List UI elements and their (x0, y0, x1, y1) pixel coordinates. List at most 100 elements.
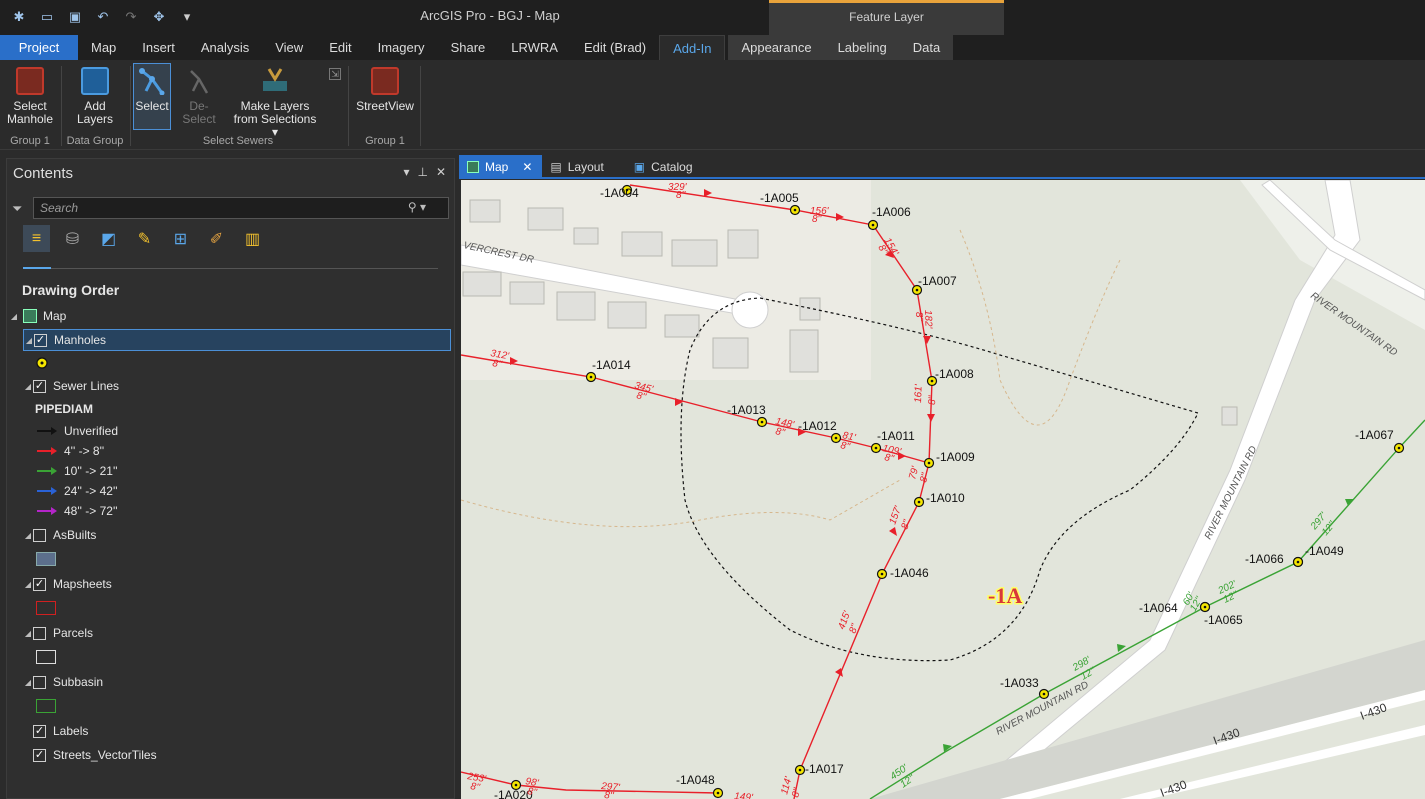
layer-subbasin[interactable]: ◢ Subbasin (23, 671, 103, 693)
tab-appearance[interactable]: Appearance (728, 35, 825, 60)
tab-data[interactable]: Data (899, 35, 954, 60)
pipe-arrow-icon (37, 507, 57, 515)
collapse-icon[interactable]: ◢ (23, 382, 33, 391)
add-layers-button[interactable]: Add Layers (70, 64, 120, 126)
tab-catalog-view[interactable]: ▣ Catalog (626, 155, 703, 179)
layer-checkbox[interactable]: ✓ (33, 379, 46, 393)
map-svg[interactable]: -1A004 -1A005 -1A006 -1A007 -1A008 -1A009 -1A0… (461, 180, 1425, 799)
tab-map[interactable]: Map (78, 35, 129, 60)
dialog-launcher-icon[interactable]: ⇲ (329, 68, 341, 80)
streetview-label: StreetView (356, 99, 414, 113)
add-layers-label-2: Layers (76, 112, 114, 126)
manhole-label: -1A012 (798, 419, 837, 433)
close-icon[interactable]: ✕ (436, 165, 446, 179)
collapse-icon[interactable]: ◢ (24, 336, 34, 345)
pane-options-icon[interactable]: ▾ (403, 165, 409, 179)
manhole-label: -1A010 (926, 491, 965, 505)
layer-name: Sewer Lines (53, 379, 120, 393)
manhole-symbol-icon (36, 357, 48, 369)
layer-checkbox[interactable]: ✓ (33, 748, 46, 762)
make-layers-from-selections-button[interactable]: Make Layers from Selections ▾ (229, 64, 321, 139)
select-sewers-group-label: Select Sewers (202, 135, 274, 147)
legend-label: Unverified (64, 424, 119, 438)
layer-asbuilts[interactable]: ◢ AsBuilts (23, 524, 96, 546)
collapse-icon[interactable]: ◢ (23, 678, 33, 687)
layer-manholes[interactable]: ◢ ✓ Manholes (23, 329, 451, 351)
manhole-center-dot (793, 208, 797, 212)
layer-name: Manholes (54, 333, 107, 347)
list-by-labeling-icon[interactable]: ✐ (203, 225, 230, 252)
tab-labeling[interactable]: Labeling (824, 35, 900, 60)
layer-checkbox[interactable] (33, 675, 46, 689)
layer-checkbox[interactable]: ✓ (33, 577, 46, 591)
pipe-label: 8'' (676, 190, 686, 201)
list-by-editing-icon[interactable]: ✎ (131, 225, 158, 252)
manhole-center-dot (874, 446, 878, 450)
collapse-icon[interactable]: ◢ (23, 629, 33, 638)
tab-map-view[interactable]: Map ✕ (459, 154, 543, 180)
layer-checkbox[interactable]: ✓ (34, 333, 47, 347)
tab-lrwra[interactable]: LRWRA (498, 35, 571, 60)
manhole-center-dot (716, 791, 720, 795)
map-icon (467, 161, 479, 173)
select-manhole-button[interactable]: Select Manhole (4, 64, 56, 126)
layer-mapsheets[interactable]: ◢ ✓ Mapsheets (23, 573, 112, 595)
list-by-drawing-order-icon[interactable]: ≡ (23, 225, 50, 252)
tab-imagery[interactable]: Imagery (365, 35, 438, 60)
list-by-selection-icon[interactable]: ◩ (95, 225, 122, 252)
manhole-center-dot (1397, 446, 1401, 450)
manhole-label: -1A066 (1245, 552, 1284, 566)
active-tab-indicator (23, 267, 51, 269)
list-by-snapping-icon[interactable]: ⊞ (167, 225, 194, 252)
layer-parcels[interactable]: ◢ Parcels (23, 622, 93, 644)
manhole-center-dot (930, 379, 934, 383)
filter-icon[interactable]: ⏷ (12, 201, 22, 217)
select-manhole-label-2: Manhole (6, 112, 54, 126)
manhole-center-dot (1042, 692, 1046, 696)
mapsheets-swatch (36, 601, 56, 615)
layer-checkbox[interactable]: ✓ (33, 724, 46, 738)
layer-streets-vectortiles[interactable]: ✓ Streets_VectorTiles (33, 744, 157, 766)
tab-view[interactable]: View (262, 35, 316, 60)
manhole-label: -1A049 (1305, 544, 1344, 558)
list-by-data-source-icon[interactable]: ⛁ (59, 225, 86, 252)
layer-name: AsBuilts (53, 528, 97, 542)
tab-share[interactable]: Share (438, 35, 499, 60)
collapse-icon[interactable]: ◢ (23, 580, 33, 589)
manhole-label: -1A007 (918, 274, 957, 288)
tab-add-in[interactable]: Add-In (659, 35, 726, 60)
tab-edit-brad[interactable]: Edit (Brad) (571, 35, 659, 60)
layer-checkbox[interactable] (33, 626, 46, 640)
map-icon (23, 309, 37, 323)
de-select-button[interactable]: De-Select (173, 64, 225, 126)
pin-icon[interactable]: ⊥ (417, 165, 427, 179)
legend-label: 24'' -> 42'' (64, 484, 118, 498)
manhole-center-dot (589, 375, 593, 379)
select-label: Select (135, 99, 169, 113)
feature-layer-context-band: Feature Layer (769, 0, 1004, 35)
streetview-button[interactable]: StreetView (355, 64, 415, 113)
tab-insert[interactable]: Insert (129, 35, 188, 60)
tab-analysis[interactable]: Analysis (188, 35, 262, 60)
layer-name: Parcels (53, 626, 94, 640)
tab-project[interactable]: Project (0, 35, 78, 60)
asbuilts-swatch (36, 552, 56, 566)
close-icon[interactable]: ✕ (522, 154, 532, 180)
map-node[interactable]: ◢ Map (9, 305, 66, 327)
select-sewers-button[interactable]: Select (133, 63, 171, 130)
tab-edit[interactable]: Edit (316, 35, 364, 60)
layer-sewer-lines[interactable]: ◢ ✓ Sewer Lines (23, 375, 119, 397)
context-group-label: Feature Layer (849, 10, 924, 24)
search-input[interactable]: Search ⚲ ▾ (33, 197, 449, 219)
tab-layout-view[interactable]: ▤ Layout (542, 155, 613, 179)
ribbon-separator (348, 66, 349, 146)
collapse-icon[interactable]: ◢ (9, 312, 19, 321)
collapse-icon[interactable]: ◢ (23, 531, 33, 540)
layer-checkbox[interactable] (33, 528, 46, 542)
list-by-charts-icon[interactable]: ▥ (239, 225, 266, 252)
pipe-label: 8'' (913, 312, 924, 323)
layer-labels[interactable]: ✓ Labels (33, 720, 88, 742)
map-canvas[interactable]: -1A004 -1A005 -1A006 -1A007 -1A008 -1A009 -1A0… (461, 180, 1425, 799)
search-icon[interactable]: ⚲ ▾ (408, 200, 426, 214)
legend-item: 48'' -> 72'' (37, 504, 118, 518)
